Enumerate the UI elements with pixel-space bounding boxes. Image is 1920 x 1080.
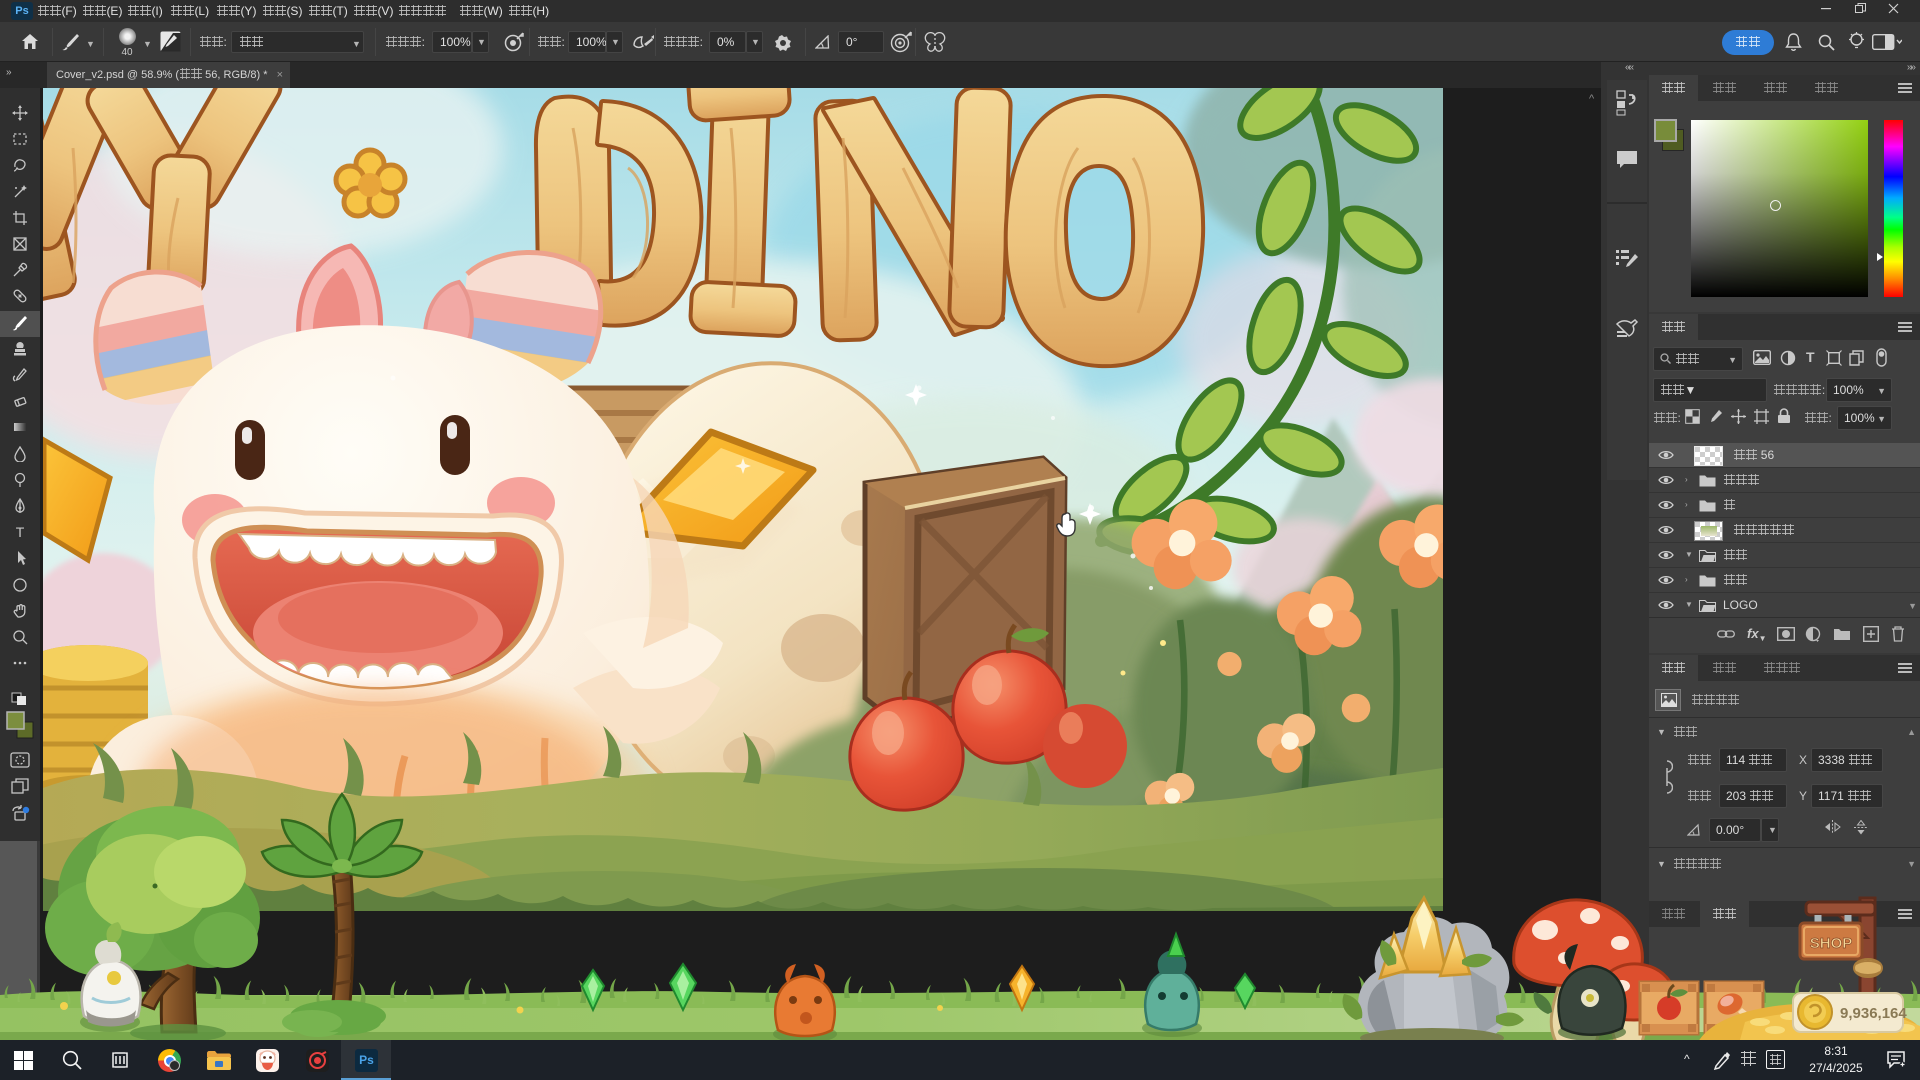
svg-text:SHOP: SHOP [1810,935,1853,952]
svg-text:9,936,164: 9,936,164 [1840,1005,1907,1022]
svg-text:T: T [16,524,25,540]
